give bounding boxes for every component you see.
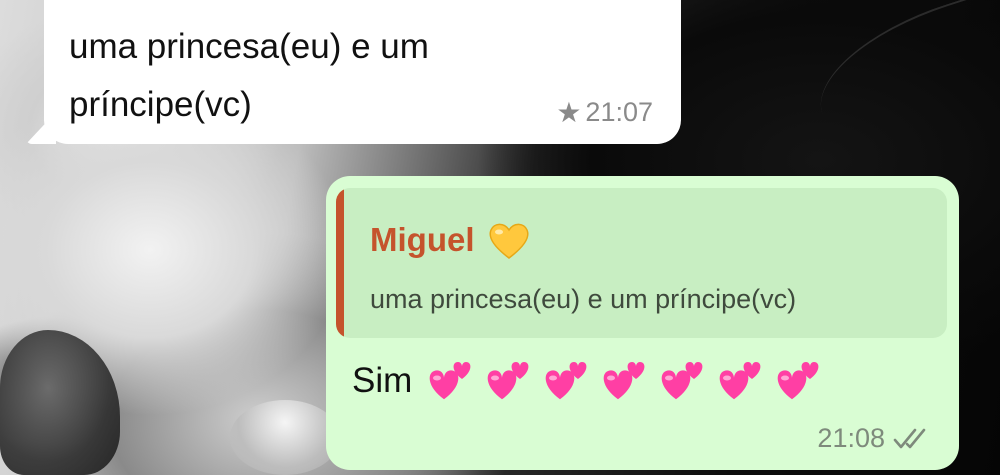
quoted-reply[interactable]: Miguel uma princesa(eu) e um príncipe(vc… [336, 188, 947, 338]
emoji-row [426, 358, 822, 404]
yellow-heart-icon [489, 223, 528, 259]
outgoing-message-text: Sim [352, 361, 413, 400]
two-hearts-icon [719, 362, 761, 400]
quoted-reply-author: Miguel [370, 220, 531, 260]
outgoing-message-meta: 21:08 [817, 423, 933, 454]
incoming-message-meta: ★ 21:07 [556, 97, 653, 128]
two-hearts-icon [603, 362, 645, 400]
quoted-reply-text: uma princesa(eu) e um príncipe(vc) [370, 284, 797, 314]
two-hearts-icon [777, 362, 819, 400]
chat-view: uma princesa(eu) e um príncipe(vc) ★ 21:… [0, 0, 1000, 475]
two-hearts-icon [545, 362, 587, 400]
quoted-reply-accent-bar [336, 188, 344, 338]
outgoing-message-time: 21:08 [817, 423, 885, 453]
star-icon: ★ [556, 96, 582, 128]
incoming-message-text: uma princesa(eu) e um príncipe(vc) [69, 27, 429, 124]
incoming-message-bubble[interactable]: uma princesa(eu) e um príncipe(vc) ★ 21:… [44, 0, 681, 144]
double-check-icon [893, 428, 926, 448]
two-hearts-icon [661, 362, 703, 400]
outgoing-message-bubble[interactable]: Miguel uma princesa(eu) e um príncipe(vc… [326, 176, 959, 470]
incoming-message-time: 21:07 [585, 97, 653, 127]
two-hearts-icon [487, 362, 529, 400]
two-hearts-icon [429, 362, 471, 400]
quoted-reply-author-name: Miguel [370, 221, 475, 258]
wallpaper-highlight [230, 400, 340, 475]
outgoing-message-content: Sim [352, 358, 822, 404]
